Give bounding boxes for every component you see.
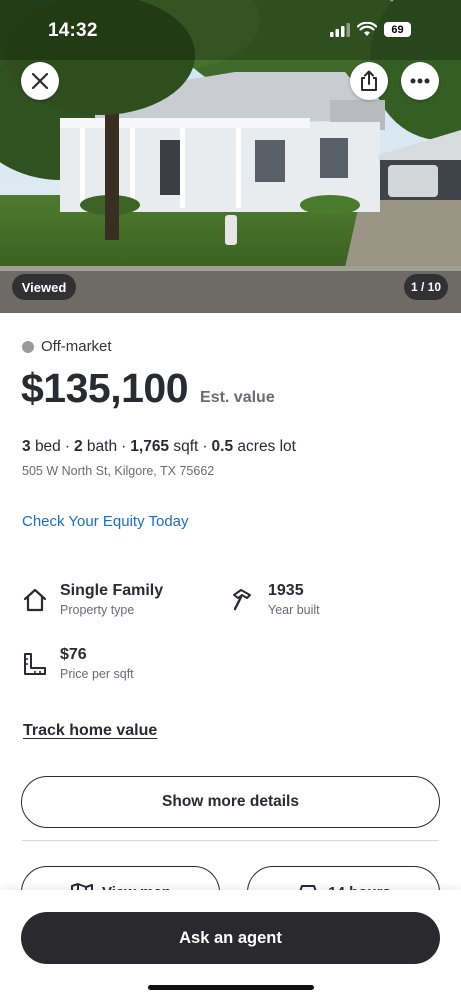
property-type-label: Property type (60, 603, 135, 617)
baths-label: bath (86, 438, 118, 455)
bottom-action-bar: Ask an agent (0, 890, 461, 1000)
price-row: $135,100 Est. value (21, 365, 275, 412)
share-icon (361, 70, 377, 91)
wifi-icon (357, 22, 377, 36)
price-per-sqft-label: Price per sqft (60, 667, 134, 681)
listing-photo[interactable]: 14:32 69 Viewed 1 / 10 (0, 0, 461, 313)
viewed-badge: Viewed (12, 274, 76, 300)
lot-size: 0.5 (211, 438, 234, 455)
year-built-label: Year built (268, 603, 320, 617)
beds-label: bed (34, 438, 61, 455)
battery-icon: 69 (384, 22, 411, 37)
show-more-details-button[interactable]: Show more details (21, 776, 440, 828)
home-indicator[interactable] (148, 985, 314, 990)
status-dot (22, 340, 34, 353)
sqft-value: 1,765 (130, 438, 170, 455)
ask-an-agent-button[interactable]: Ask an agent (21, 912, 440, 964)
feature-property-type: Single Family Property type (22, 582, 163, 617)
address: 505 W North St, Kilgore, TX 75662 (22, 464, 215, 478)
beds-count: 3 (22, 438, 31, 455)
feature-year-built: 1935 Year built (230, 582, 320, 617)
photo-counter: 1 / 10 (404, 274, 448, 300)
house-icon (23, 588, 47, 612)
home-facts: 3 bed · 2 bath · 1,765 sqft · 0.5 acres lot (22, 438, 296, 455)
sqft-label: sqft (173, 438, 199, 455)
close-icon (31, 72, 49, 90)
price-per-sqft-value: $76 (60, 646, 87, 663)
track-home-value-link[interactable]: Track home value (23, 722, 157, 740)
share-button[interactable] (350, 62, 388, 100)
divider (22, 840, 439, 841)
property-type-value: Single Family (60, 582, 164, 599)
signal-icon (330, 22, 350, 37)
status-bar: 14:32 69 (0, 18, 461, 46)
price-value: $135,100 (21, 365, 189, 411)
status-label: Off-market (41, 338, 112, 355)
close-button[interactable] (21, 62, 59, 100)
hammer-icon (233, 589, 251, 611)
price-note: Est. value (200, 389, 275, 406)
lot-label: acres lot (237, 438, 296, 455)
ellipsis-icon (410, 78, 430, 84)
status-icons: 69 (330, 22, 411, 37)
listing-status: Off-market (22, 338, 112, 355)
feature-price-per-sqft: $76 Price per sqft (22, 646, 134, 681)
year-built-value: 1935 (268, 582, 304, 599)
status-time: 14:32 (48, 20, 98, 41)
baths-count: 2 (73, 438, 83, 455)
ruler-icon (24, 653, 46, 675)
check-equity-link[interactable]: Check Your Equity Today (22, 513, 189, 530)
house-photo-image (0, 0, 461, 313)
more-options-button[interactable] (401, 62, 439, 100)
